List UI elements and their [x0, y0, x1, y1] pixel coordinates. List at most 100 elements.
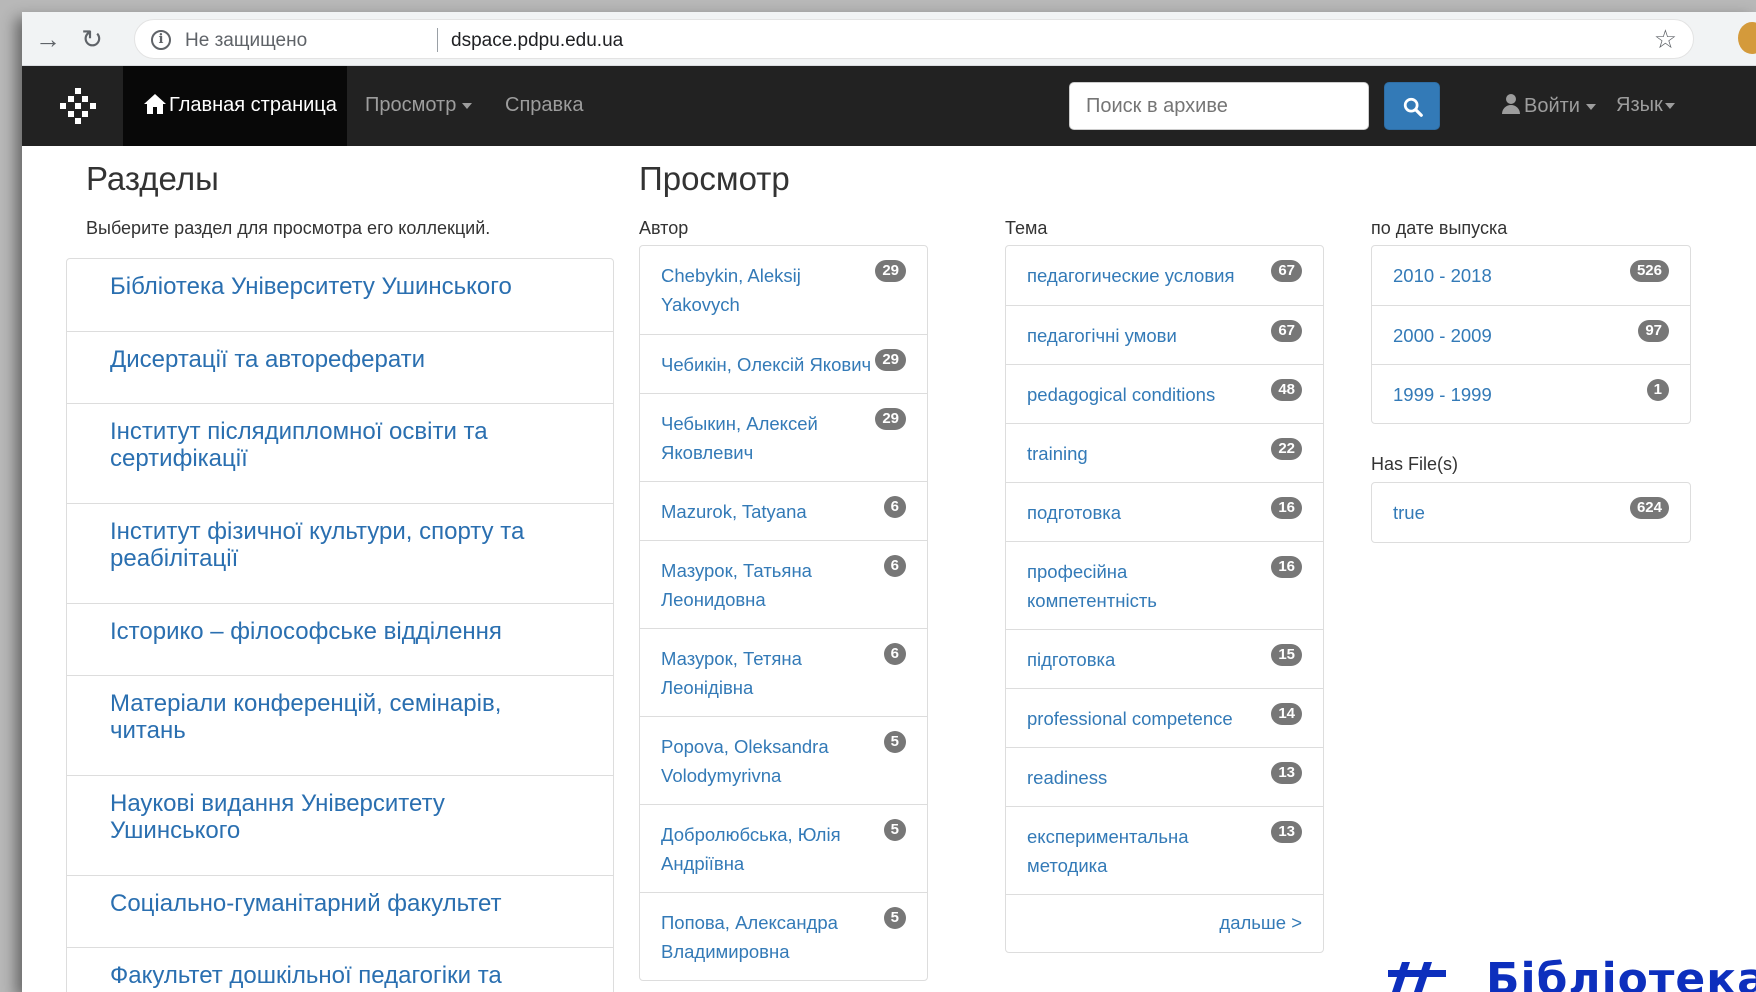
author-list: Chebykin, Aleksij Yakovych 29 Чебикін, Ол…: [639, 245, 928, 981]
count-badge: 5: [883, 731, 906, 753]
section-item[interactable]: Історико – філософське відділення: [67, 603, 613, 675]
section-item[interactable]: Матеріали конференцій, семінарів, читань: [67, 675, 613, 775]
section-item[interactable]: Соціально-гуманітарний факультет: [67, 875, 613, 947]
hasfile-list: true 624: [1371, 482, 1691, 543]
count-badge: 13: [1271, 821, 1302, 843]
count-badge: 624: [1629, 497, 1669, 519]
subject-item[interactable]: подготовка 16: [1006, 482, 1323, 541]
subject-item[interactable]: педагогічні умови 67: [1006, 305, 1323, 364]
subject-label: Тема: [1005, 218, 1048, 238]
count-badge: 6: [883, 496, 906, 518]
subject-list: педагогические условия 67 педагогічні умо…: [1005, 245, 1324, 953]
author-item[interactable]: Чебикін, Олексій Якович 29: [640, 334, 927, 393]
library-logo-icon: [1388, 962, 1446, 992]
more-link[interactable]: дальше >: [1219, 912, 1302, 934]
count-badge: 526: [1629, 260, 1669, 282]
search-input[interactable]: [1069, 82, 1369, 130]
count-badge: 5: [883, 819, 906, 841]
section-item[interactable]: Наукові видання Університету Ушинського: [67, 775, 613, 875]
search-icon: [1403, 97, 1423, 117]
caret-down-icon: [462, 102, 473, 109]
count-badge: 16: [1271, 556, 1302, 578]
count-badge: 22: [1271, 438, 1302, 460]
forward-icon[interactable]: →: [32, 24, 64, 54]
author-item[interactable]: Popova, Oleksandra Volodymyrivna 5: [640, 716, 927, 804]
subject-item[interactable]: професійна компетентність 16: [1006, 541, 1323, 629]
browse-heading: Просмотр: [639, 160, 790, 197]
count-badge: 97: [1638, 320, 1669, 342]
section-item[interactable]: Бібліотека Університету Ушинського: [67, 259, 613, 331]
nav-home-label: Главная страница: [169, 94, 337, 116]
count-badge: 14: [1271, 703, 1302, 725]
author-item[interactable]: Chebykin, Aleksij Yakovych 29: [640, 246, 927, 334]
author-item[interactable]: Попова, Александра Владимировна 5: [640, 892, 927, 980]
count-badge: 1: [1646, 379, 1669, 401]
author-item[interactable]: Мазурок, Татьяна Леонидовна 6: [640, 540, 927, 628]
subject-item[interactable]: professional competence 14: [1006, 688, 1323, 747]
dspace-logo-icon[interactable]: [60, 88, 96, 124]
date-list: 2010 - 2018 526 2000 - 2009 97 1999 - 1999…: [1371, 245, 1691, 424]
author-item[interactable]: Mazurok, Tatyana 6: [640, 481, 927, 540]
count-badge: 16: [1271, 497, 1302, 519]
section-item[interactable]: Інститут післядипломної освіти та сертиф…: [67, 403, 613, 503]
section-item[interactable]: Інститут фізичної культури, спорту та ре…: [67, 503, 613, 603]
subject-item[interactable]: підготовка 15: [1006, 629, 1323, 688]
subject-item[interactable]: експериментальна методика 13: [1006, 806, 1323, 894]
count-badge: 29: [875, 408, 906, 430]
author-item[interactable]: Чебыкин, Алексей Яковлевич 29: [640, 393, 927, 481]
author-item[interactable]: Добролюбська, Юлія Андріївна 5: [640, 804, 927, 892]
address-divider: [437, 28, 438, 52]
count-badge: 48: [1271, 379, 1302, 401]
count-badge: 5: [883, 907, 906, 929]
browser-toolbar: → ↻ i Не защищено dspace.pdpu.edu.ua ☆: [22, 12, 1756, 66]
count-badge: 6: [883, 555, 906, 577]
date-label: по дате выпуска: [1371, 218, 1508, 238]
login-label: Войти: [1524, 95, 1580, 117]
date-item[interactable]: 2010 - 2018 526: [1372, 246, 1690, 305]
security-label: Не защищено: [185, 30, 308, 51]
user-icon: [1502, 94, 1520, 114]
profile-avatar[interactable]: [1738, 22, 1756, 54]
address-bar[interactable]: i Не защищено dspace.pdpu.edu.ua ☆: [134, 19, 1694, 59]
subject-item[interactable]: training 22: [1006, 423, 1323, 482]
url-text[interactable]: dspace.pdpu.edu.ua: [451, 30, 623, 52]
search-button[interactable]: [1384, 82, 1440, 130]
login-dropdown[interactable]: Войти: [1502, 94, 1596, 118]
count-badge: 67: [1271, 260, 1302, 282]
subject-item[interactable]: readiness 13: [1006, 747, 1323, 806]
hasfile-item[interactable]: true 624: [1372, 483, 1690, 542]
nav-browse-label: Просмотр: [365, 94, 457, 116]
nav-help[interactable]: Справка: [505, 94, 583, 117]
info-icon[interactable]: i: [151, 30, 171, 50]
count-badge: 6: [883, 643, 906, 665]
library-watermark-text: Бібліотека: [1486, 954, 1756, 992]
author-label: Автор: [639, 218, 689, 238]
nav-browse-dropdown[interactable]: Просмотр: [365, 94, 473, 117]
hasfile-label: Has File(s): [1371, 454, 1459, 474]
caret-down-icon: [1664, 102, 1675, 109]
author-item[interactable]: Мазурок, Тетяна Леонідівна 6: [640, 628, 927, 716]
subject-more-row: дальше >: [1006, 894, 1323, 952]
language-label: Язык: [1616, 94, 1663, 116]
sections-list: Бібліотека Університету Ушинського Дисер…: [66, 258, 614, 992]
section-item[interactable]: Факультет дошкільної педагогіки та: [67, 947, 613, 992]
reload-icon[interactable]: ↻: [76, 24, 108, 54]
count-badge: 29: [875, 260, 906, 282]
count-badge: 15: [1271, 644, 1302, 666]
nav-home[interactable]: Главная страница: [123, 66, 347, 146]
sections-heading: Разделы: [86, 160, 219, 197]
bookmark-star-icon[interactable]: ☆: [1654, 24, 1677, 55]
caret-down-icon: [1585, 103, 1596, 110]
date-item[interactable]: 1999 - 1999 1: [1372, 364, 1690, 423]
browser-window: → ↻ i Не защищено dspace.pdpu.edu.ua ☆ Г…: [22, 12, 1756, 992]
sections-description: Выберите раздел для просмотра его коллек…: [86, 218, 491, 238]
count-badge: 13: [1271, 762, 1302, 784]
count-badge: 29: [875, 349, 906, 371]
subject-item[interactable]: pedagogical conditions 48: [1006, 364, 1323, 423]
date-item[interactable]: 2000 - 2009 97: [1372, 305, 1690, 364]
site-navbar: Главная страница Просмотр Справка Войти …: [22, 66, 1756, 146]
subject-item[interactable]: педагогические условия 67: [1006, 246, 1323, 305]
language-dropdown[interactable]: Язык: [1616, 94, 1675, 117]
section-item[interactable]: Дисертації та автореферати: [67, 331, 613, 403]
home-icon: [144, 94, 166, 114]
